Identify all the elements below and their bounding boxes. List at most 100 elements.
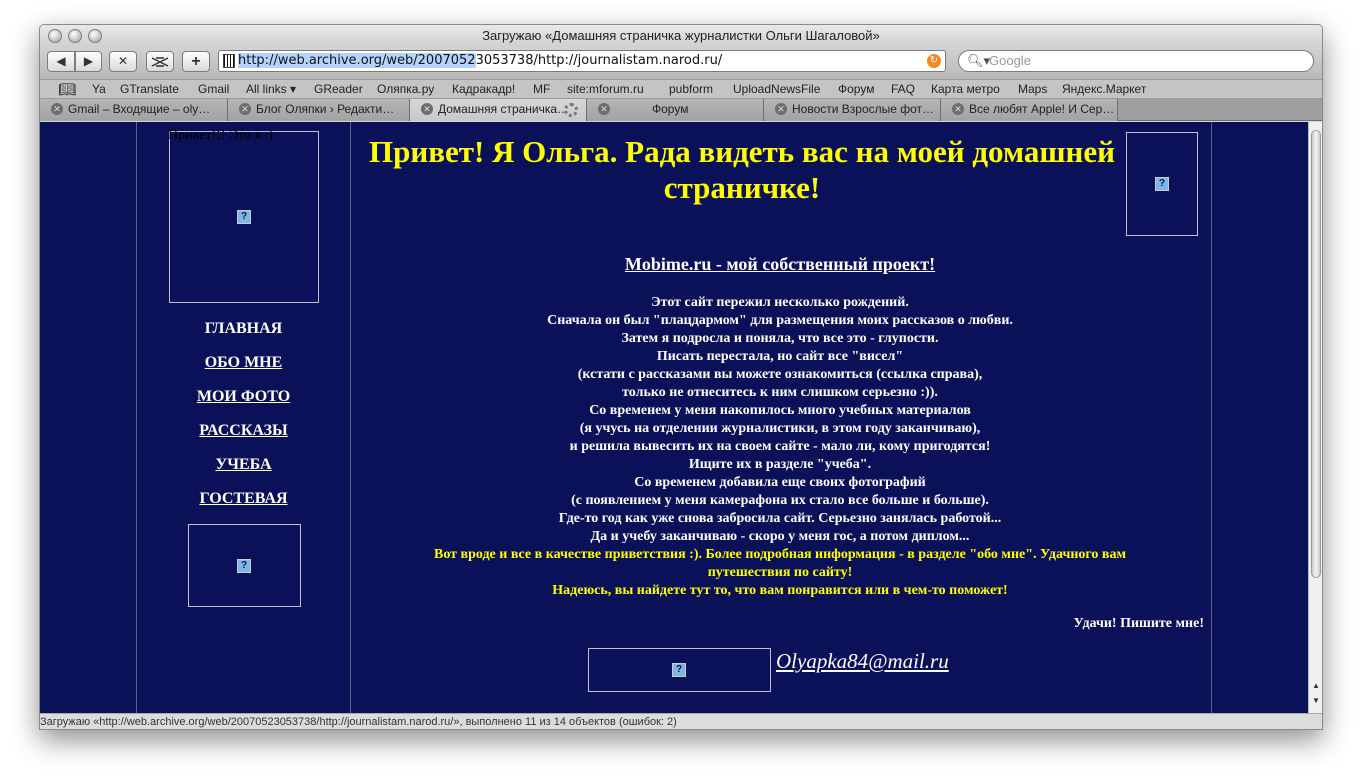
snapback-button[interactable] [146, 51, 174, 72]
intro-text-line: Ищите их в разделе "учеба". [688, 457, 872, 472]
close-tab-icon[interactable]: ✕ [239, 103, 251, 115]
tab-label: Блог Оляпки › Редакти… [256, 102, 395, 116]
status-bar: Загружаю «http://web.archive.org/web/200… [40, 713, 1322, 729]
bookmark-item[interactable]: Оляпка.ру [377, 80, 434, 98]
intro-text-line: (кстати с рассказами вы можете ознакомит… [577, 367, 983, 382]
close-tab-icon[interactable]: ✕ [775, 103, 787, 115]
welcome-text-line: Надеюсь, вы найдете тут то, что вам понр… [552, 583, 1008, 598]
snapback-icon [151, 57, 169, 67]
bookmark-item[interactable]: Форум [838, 80, 874, 98]
intro-text-line: Где-то год как уже снова забросила сайт.… [558, 511, 1002, 526]
intro-text-line: только не отнеситесь к ним слишком серье… [622, 385, 938, 400]
bookmark-item[interactable]: MF [533, 80, 550, 98]
window-title: Загружаю «Домашняя страничка журналистки… [482, 28, 880, 43]
search-field[interactable]: 🔍︎▾ Google [958, 50, 1314, 72]
close-tab-icon[interactable]: ✕ [598, 103, 610, 115]
welcome-text-line: путешествия по сайту! [707, 565, 853, 580]
bookmark-item[interactable]: Карта метро [931, 80, 1000, 98]
email-link[interactable]: Olyapka84@mail.ru [776, 649, 949, 674]
broken-image-icon: ? [1155, 177, 1169, 191]
close-window-button[interactable] [48, 29, 62, 43]
status-text: Загружаю «http://web.archive.org/web/200… [40, 716, 677, 728]
intro-text-line: Со временем у меня накопилось много учеб… [589, 403, 971, 418]
bookmark-item[interactable]: Ya [92, 80, 106, 98]
bookmark-item[interactable]: Кадракадр! [452, 80, 515, 98]
right-top-image[interactable]: ? [1126, 132, 1198, 236]
left-banner-image[interactable]: ? [188, 524, 301, 607]
bookmark-item[interactable]: Gmail [198, 80, 229, 98]
intro-text-line: (я учусь на отделении журналистики, в эт… [579, 421, 981, 436]
intro-text-line: (с появлением у меня камерафона их стало… [571, 493, 989, 508]
right-column-border [1211, 122, 1212, 713]
vertical-scrollbar[interactable]: ▲ ▼ [1308, 122, 1322, 713]
close-tab-icon[interactable]: ✕ [952, 103, 964, 115]
scroll-down-icon[interactable]: ▼ [1312, 696, 1320, 705]
tab-forum[interactable]: ✕ Форум [587, 99, 764, 121]
tab-label: Gmail – Входящие – oly… [68, 102, 211, 116]
loading-spinner-icon [564, 103, 578, 117]
bookmark-item[interactable]: pubform [669, 80, 713, 98]
browser-window: Загружаю «Домашняя страничка журналистки… [39, 24, 1323, 730]
tab-gmail[interactable]: ✕ Gmail – Входящие – oly… [40, 99, 228, 121]
page-headline: Привет! Я Ольга. Рада видеть вас на моей… [369, 134, 1115, 205]
tab-blog[interactable]: ✕ Блог Оляпки › Редакти… [228, 99, 410, 121]
back-button[interactable]: ◀ [47, 51, 75, 72]
bookmark-item[interactable]: site:mforum.ru [567, 80, 644, 98]
tab-label: Все любят Apple! И Сер… [969, 102, 1115, 116]
bottom-banner-image[interactable]: ? [588, 648, 771, 692]
bookmark-item[interactable]: GReader [314, 80, 363, 98]
nav-stories[interactable]: РАССКАЗЫ [136, 422, 351, 440]
tab-label: Домашняя страничка… [438, 102, 570, 116]
intro-text-line: Затем я подросла и поняла, что все это -… [621, 331, 939, 346]
intro-text-line: Со временем добавила еще своих фотографи… [634, 475, 926, 490]
open-book-icon[interactable]: 📖︎ [58, 80, 76, 98]
rss-icon[interactable]: ↻ [927, 54, 941, 68]
intro-text-line: Писать перестала, но сайт все "висел" [656, 349, 904, 364]
address-bar[interactable]: http://web.archive.org/web/2007052305373… [218, 50, 946, 72]
scrollbar-thumb[interactable] [1311, 130, 1321, 578]
bookmark-item[interactable]: Яндекс.Маркет [1062, 80, 1146, 98]
bookmark-item[interactable]: GTranslate [120, 80, 179, 98]
intro-text-line: Сначала он был "плацдармом" для размещен… [547, 313, 1013, 328]
intro-text-line: Да и учебу заканчиваю - скоро у меня гос… [590, 529, 970, 544]
scroll-up-icon[interactable]: ▲ [1312, 681, 1320, 690]
bookmark-item[interactable]: Maps [1018, 80, 1047, 98]
toolbar: ◀ ▶ ✕ + http://web.archive.org/web/20070… [40, 47, 1322, 79]
broken-image-icon: ? [672, 663, 686, 677]
broken-image-icon: ? [237, 210, 251, 224]
nav-about[interactable]: ОБО МНЕ [136, 354, 351, 372]
tab-label: Форум [652, 102, 689, 116]
nav-study[interactable]: УЧЕБА [136, 456, 351, 474]
title-bar: Загружаю «Домашняя страничка журналистки… [40, 25, 1322, 47]
nav-guestbook[interactable]: ГОСТЕВАЯ [136, 490, 351, 508]
profile-photo: ? [169, 131, 319, 303]
signoff-text: Удачи! Пишите мне! [1073, 616, 1204, 631]
minimize-window-button[interactable] [68, 29, 82, 43]
project-link[interactable]: Mobime.ru - мой собственный проект! [356, 254, 1204, 275]
tab-homepage[interactable]: ✕ Домашняя страничка… [410, 99, 587, 121]
bookmark-item[interactable]: All links ▾ [246, 80, 296, 98]
tab-apple[interactable]: ✕ Все любят Apple! И Сер… [941, 99, 1118, 121]
welcome-text-line: Вот вроде и все в качестве приветствия :… [433, 547, 1127, 562]
nav-photos[interactable]: МОИ ФОТО [136, 388, 351, 406]
search-icon: 🔍︎▾ [967, 53, 991, 68]
forward-button[interactable]: ▶ [75, 51, 102, 72]
nav-main[interactable]: ГЛАВНАЯ [136, 320, 351, 338]
hello-caption: Привет!!! Это я :) [168, 128, 274, 143]
bookmark-item[interactable]: UploadNewsFile [733, 80, 820, 98]
intro-text-line: и решила вывесить их на своем сайте - ма… [569, 439, 991, 454]
close-tab-icon[interactable]: ✕ [421, 103, 433, 115]
tab-news[interactable]: ✕ Новости Взрослые фот… [764, 99, 941, 121]
add-bookmark-button[interactable]: + [182, 51, 210, 72]
bookmarks-bar: 📖︎ Ya GTranslate Gmail All links ▾ GRead… [40, 79, 1322, 99]
tab-bar: ✕ Gmail – Входящие – oly… ✕ Блог Оляпки … [40, 99, 1322, 121]
broken-image-icon: ? [237, 559, 251, 573]
tab-label: Новости Взрослые фот… [792, 102, 935, 116]
zoom-window-button[interactable] [88, 29, 102, 43]
url-text: 3053738/http://journalistam.narod.ru/ [475, 53, 723, 68]
stop-button[interactable]: ✕ [109, 51, 137, 72]
search-placeholder: Google [989, 53, 1031, 68]
bookmark-item[interactable]: FAQ [891, 80, 915, 98]
close-tab-icon[interactable]: ✕ [51, 103, 63, 115]
url-selected-text: http://web.archive.org/web/2007052 [238, 53, 476, 68]
